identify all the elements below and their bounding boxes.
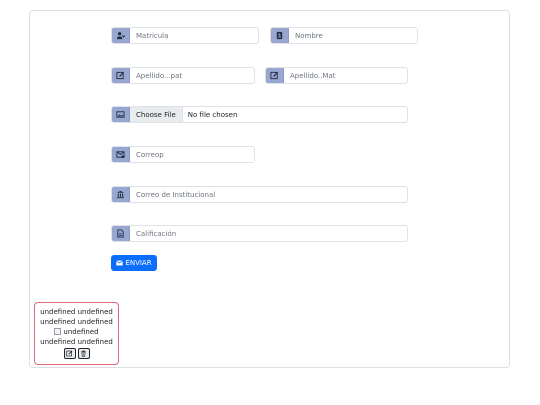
correo-institucional-input[interactable]	[130, 187, 407, 202]
foto-file-group: Choose File No file chosen	[111, 106, 408, 123]
bank-icon	[112, 187, 130, 202]
enviar-label: ENVIAR	[125, 259, 152, 267]
envelope-icon	[116, 260, 124, 266]
calificacion-input[interactable]	[130, 226, 407, 241]
student-photo-alt: undefined	[63, 328, 99, 336]
image-icon	[112, 107, 130, 122]
choose-file-button[interactable]: Choose File	[130, 107, 183, 122]
broken-image-icon	[54, 328, 62, 335]
matricula-group	[111, 27, 259, 44]
student-name-line: undefined undefined	[40, 308, 113, 316]
nombre-input[interactable]	[289, 28, 417, 43]
student-surname-line: undefined undefined	[40, 318, 113, 326]
id-badge-icon	[112, 28, 130, 43]
student-card: undefined undefined undefined undefined …	[34, 302, 119, 365]
calificacion-group	[111, 225, 408, 242]
file-text-icon	[112, 226, 130, 241]
enviar-button[interactable]: ENVIAR	[111, 255, 157, 271]
apellido-pat-input[interactable]	[130, 68, 254, 83]
edit-button[interactable]	[63, 348, 76, 359]
nombre-group	[270, 27, 418, 44]
matricula-input[interactable]	[130, 28, 258, 43]
person-badge-icon	[271, 28, 289, 43]
correo-input[interactable]	[130, 147, 254, 162]
trash-icon	[81, 350, 86, 357]
apellido-pat-group	[111, 67, 255, 84]
edit-icon	[66, 350, 73, 357]
envelope-at-icon	[112, 147, 130, 162]
apellido-mat-input[interactable]	[284, 68, 407, 83]
correo-institucional-group	[111, 186, 408, 203]
pencil-square-icon	[112, 68, 130, 83]
correo-group	[111, 146, 255, 163]
pencil-square-icon	[266, 68, 284, 83]
student-photo-line: undefined	[35, 327, 118, 337]
delete-button[interactable]	[77, 348, 90, 359]
file-status: No file chosen	[187, 110, 238, 119]
card-actions	[35, 348, 118, 359]
student-email-line: undefined undefined	[40, 338, 113, 346]
apellido-mat-group	[265, 67, 408, 84]
